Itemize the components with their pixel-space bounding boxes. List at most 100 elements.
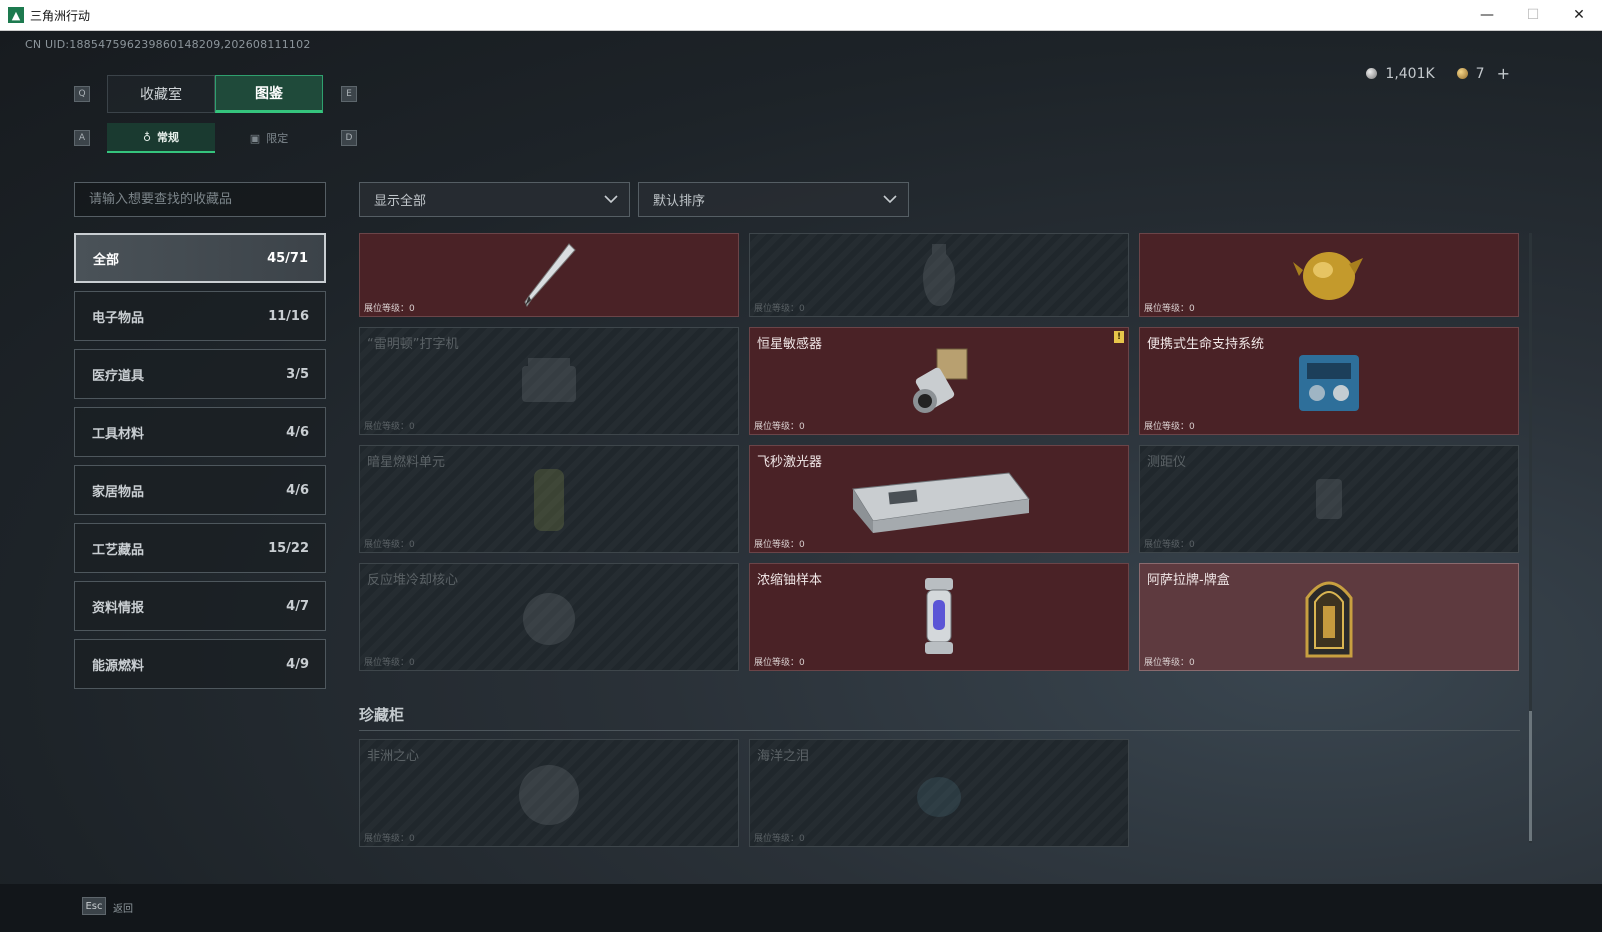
- sort-dropdown-value: 默认排序: [653, 194, 706, 209]
- window-controls: — ☐ ✕: [1464, 0, 1602, 30]
- card-level: 展位等级：0: [1144, 540, 1195, 550]
- picture-icon: ▣: [249, 131, 261, 145]
- uranium-icon: [925, 578, 953, 654]
- card-box-icon: [1305, 581, 1353, 658]
- collection-card[interactable]: 便携式生命支持系统 展位等级：0: [1139, 327, 1519, 435]
- collection-card[interactable]: 反应堆冷却核心 展位等级：0: [359, 563, 739, 671]
- category-count: 11/16: [268, 308, 309, 324]
- key-hint-e: E: [341, 86, 357, 102]
- card-name: 测距仪: [1147, 455, 1187, 470]
- category-label: 能源燃料: [92, 658, 145, 674]
- uid-text: CN UID:1885475962398601482​09,2026081111…: [25, 38, 311, 51]
- card-name: 阿萨拉牌-牌盒: [1147, 573, 1230, 588]
- category-item-intel[interactable]: 资料情报 4/7: [74, 581, 326, 631]
- card-level: 展位等级：0: [364, 658, 415, 668]
- key-hint-d: D: [341, 130, 357, 146]
- card-name: 浓缩铀样本: [757, 573, 823, 588]
- collection-card[interactable]: 展位等级：0: [1139, 233, 1519, 317]
- category-label: 工艺藏品: [92, 542, 145, 558]
- esc-key-button[interactable]: Esc: [82, 897, 106, 915]
- tab-limited-label: 限定: [266, 132, 289, 145]
- card-name: 暗星燃料单元: [367, 455, 446, 470]
- collection-card[interactable]: 浓缩铀样本 展位等级：0: [749, 563, 1129, 671]
- add-currency-button[interactable]: +: [1497, 64, 1510, 83]
- collection-card[interactable]: 恒星敏感器 ! 展位等级：0: [749, 327, 1129, 435]
- category-label: 医疗道具: [92, 368, 145, 384]
- category-label: 家居物品: [92, 484, 145, 500]
- maximize-button[interactable]: ☐: [1510, 0, 1556, 30]
- tab-limited[interactable]: ▣ 限定: [215, 123, 323, 153]
- category-list: 全部 45/71 电子物品 11/16 医疗道具 3/5 工具材料 4/6 家居…: [74, 233, 326, 697]
- back-label[interactable]: 返回: [113, 900, 133, 915]
- section-title: 珍藏柜: [359, 706, 405, 724]
- category-count: 3/5: [286, 366, 309, 382]
- tab-collection[interactable]: 收藏室: [107, 75, 215, 113]
- card-level: 展位等级：0: [1144, 422, 1195, 432]
- silver-amount: 1,401K: [1385, 65, 1435, 82]
- scrollbar-thumb[interactable]: [1529, 711, 1532, 841]
- category-item-tools[interactable]: 工具材料 4/6: [74, 407, 326, 457]
- collection-card[interactable]: 海洋之泪 展位等级：0: [749, 739, 1129, 847]
- heart-gem-icon: [519, 765, 579, 825]
- filter-dropdown[interactable]: 显示全部: [359, 182, 630, 217]
- vase-icon: [923, 244, 955, 306]
- card-level: 展位等级：0: [754, 422, 805, 432]
- life-support-icon: [1299, 355, 1359, 411]
- category-item-crafts[interactable]: 工艺藏品 15/22: [74, 523, 326, 573]
- collection-card[interactable]: 非洲之心 展位等级：0: [359, 739, 739, 847]
- category-count: 4/6: [286, 482, 309, 498]
- collection-card[interactable]: 展位等级：0: [359, 233, 739, 317]
- category-item-energy[interactable]: 能源燃料 4/9: [74, 639, 326, 689]
- rangefinder-icon: [1316, 479, 1342, 519]
- tab-regular[interactable]: ♁ 常规: [107, 123, 215, 153]
- category-count: 4/6: [286, 424, 309, 440]
- chevron-down-icon: [604, 195, 618, 204]
- collection-card[interactable]: “雷明顿”打字机 展位等级：0: [359, 327, 739, 435]
- silver-coin-icon: [1366, 68, 1378, 79]
- search-input[interactable]: [89, 192, 325, 207]
- tab-regular-label: 常规: [157, 131, 180, 144]
- card-level: 展位等级：0: [364, 540, 415, 550]
- collection-card[interactable]: 展位等级：0: [749, 233, 1129, 317]
- category-item-household[interactable]: 家居物品 4/6: [74, 465, 326, 515]
- tab-codex[interactable]: 图鉴: [215, 75, 323, 113]
- sub-tabs: ♁ 常规 ▣ 限定: [107, 123, 323, 153]
- card-level: 展位等级：0: [754, 304, 805, 314]
- card-level: 展位等级：0: [754, 540, 805, 550]
- minimize-button[interactable]: —: [1464, 0, 1510, 30]
- card-level: 展位等级：0: [754, 658, 805, 668]
- collection-card[interactable]: 测距仪 展位等级：0: [1139, 445, 1519, 553]
- sort-dropdown[interactable]: 默认排序: [638, 182, 909, 217]
- search-box: [74, 182, 326, 217]
- card-name: 飞秒激光器: [757, 455, 823, 470]
- card-name: 便携式生命支持系统: [1147, 337, 1265, 352]
- category-label: 工具材料: [92, 426, 145, 442]
- typewriter-icon: [522, 358, 576, 402]
- category-count: 4/7: [286, 598, 309, 614]
- golden-beast-icon: [1293, 252, 1363, 300]
- card-level: 展位等级：0: [364, 834, 415, 844]
- footer-bar: Esc 返回: [0, 884, 1602, 932]
- collection-card[interactable]: 阿萨拉牌-牌盒 展位等级：0: [1139, 563, 1519, 671]
- category-item-medical[interactable]: 医疗道具 3/5: [74, 349, 326, 399]
- app-icon: ▲: [8, 7, 24, 23]
- card-level: 展位等级：0: [754, 834, 805, 844]
- category-item-all[interactable]: 全部 45/71: [74, 233, 326, 283]
- key-hint-q: Q: [74, 86, 90, 102]
- category-label: 全部: [93, 252, 120, 268]
- card-name: 反应堆冷却核心: [367, 573, 459, 588]
- collection-card[interactable]: 飞秒激光器 展位等级：0: [749, 445, 1129, 553]
- game-area: CN UID:1885475962398601482​09,2026081111…: [0, 31, 1602, 932]
- category-label: 电子物品: [92, 310, 145, 326]
- close-button[interactable]: ✕: [1556, 0, 1602, 30]
- collection-card[interactable]: 暗星燃料单元 展位等级：0: [359, 445, 739, 553]
- category-count: 4/9: [286, 656, 309, 672]
- card-name: 海洋之泪: [757, 749, 810, 764]
- card-level: 展位等级：0: [364, 422, 415, 432]
- category-item-electronics[interactable]: 电子物品 11/16: [74, 291, 326, 341]
- gold-coin-icon: [1456, 68, 1468, 79]
- reactor-core-icon: [523, 593, 575, 645]
- category-count: 45/71: [267, 250, 308, 266]
- category-count: 15/22: [268, 540, 309, 556]
- card-level: 展位等级：0: [1144, 658, 1195, 668]
